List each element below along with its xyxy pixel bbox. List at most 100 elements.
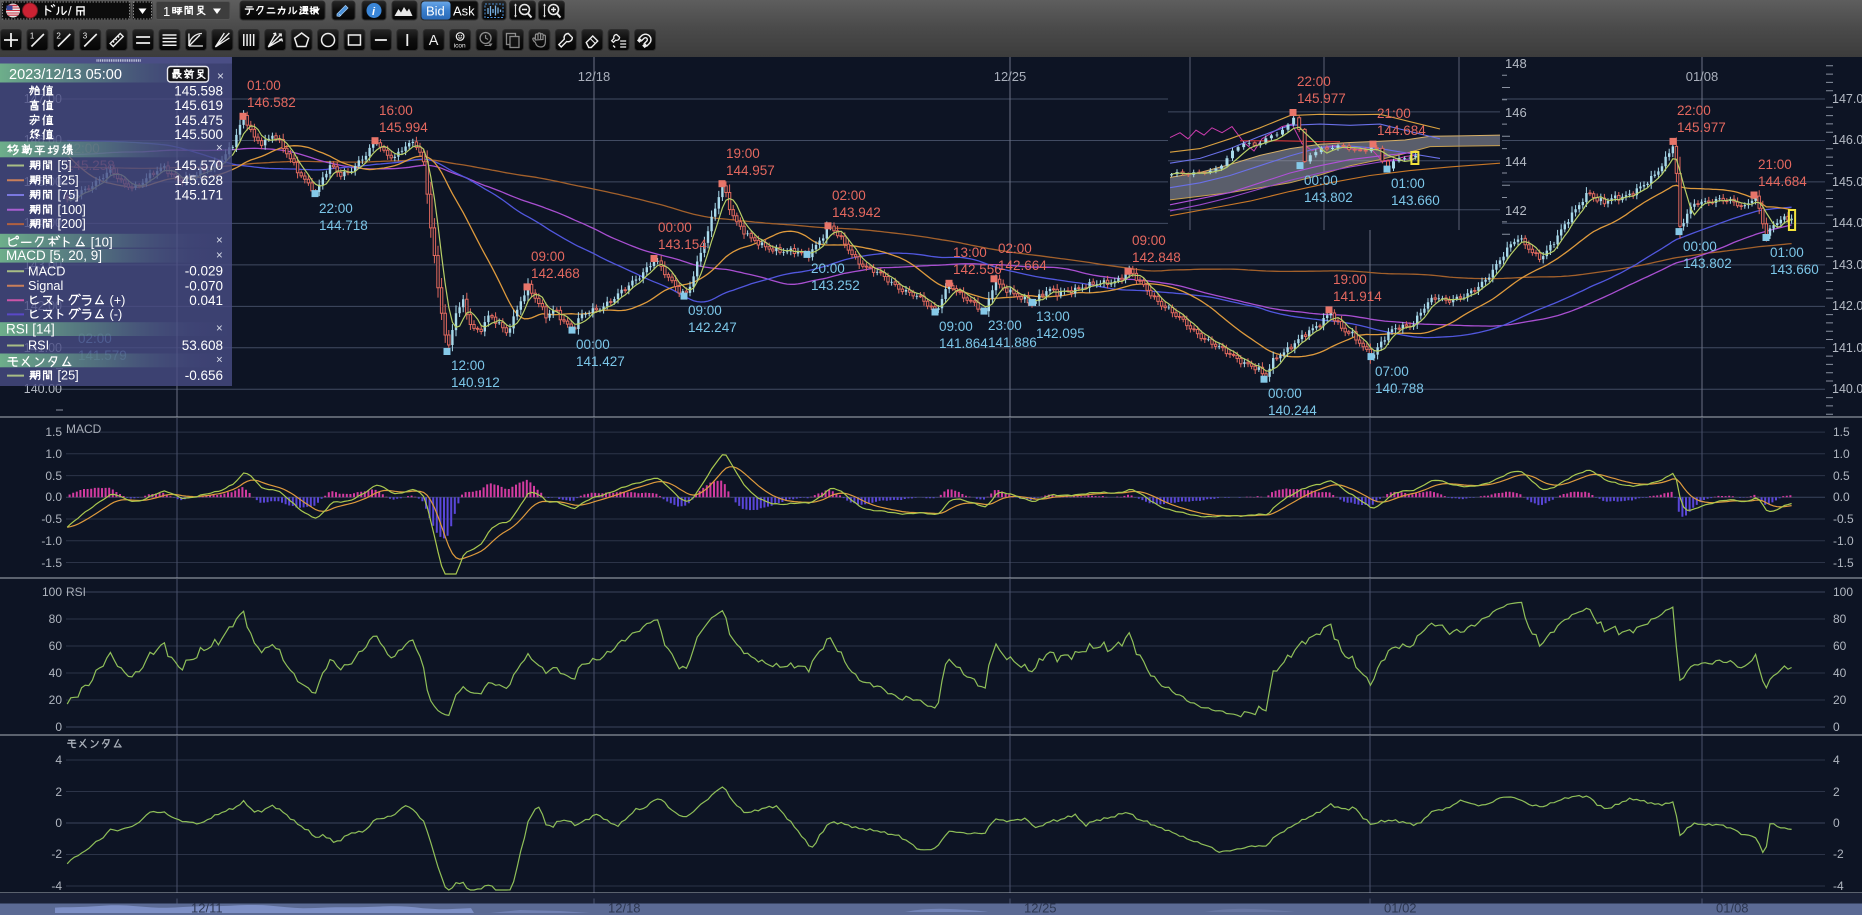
svg-text:RSI [14]: RSI [14] (6, 322, 55, 337)
svg-text:12/18: 12/18 (608, 901, 641, 915)
svg-text:01:00: 01:00 (247, 78, 281, 93)
svg-text:0.041: 0.041 (189, 293, 223, 308)
svg-text:0: 0 (1833, 816, 1840, 830)
svg-text:×: × (216, 323, 223, 335)
svg-text:144.957: 144.957 (726, 163, 775, 178)
svg-text:-2: -2 (1833, 847, 1844, 861)
svg-text:12:00: 12:00 (451, 358, 485, 373)
svg-text:4: 4 (1833, 753, 1840, 767)
svg-text:×: × (216, 250, 223, 262)
svg-text:[75]: [75] (54, 188, 79, 202)
svg-text:-0.5: -0.5 (41, 512, 62, 526)
svg-text:145.500: 145.500 (174, 127, 223, 142)
svg-text:143.942: 143.942 (832, 205, 881, 220)
svg-text:MACD: MACD (66, 422, 102, 436)
svg-text:21:00: 21:00 (1758, 157, 1792, 172)
svg-text:143.00: 143.00 (1832, 258, 1862, 272)
svg-text:0.0: 0.0 (45, 490, 62, 504)
svg-text:40: 40 (49, 666, 63, 680)
svg-text:-1.0: -1.0 (41, 534, 62, 548)
svg-text:143.802: 143.802 (1304, 190, 1353, 205)
svg-text:2023/12/13 05:00: 2023/12/13 05:00 (9, 67, 122, 83)
svg-text:×: × (216, 355, 223, 367)
svg-text:Bid: Bid (426, 4, 445, 19)
svg-text:141.914: 141.914 (1333, 289, 1382, 304)
svg-text:144: 144 (1505, 154, 1527, 169)
svg-text:21:00: 21:00 (1377, 106, 1411, 121)
svg-text:01/08: 01/08 (1716, 901, 1749, 915)
svg-text:01:00: 01:00 (1391, 176, 1425, 191)
svg-text:140.244: 140.244 (1268, 403, 1317, 418)
svg-text:-2: -2 (51, 847, 62, 861)
svg-text:2: 2 (1833, 785, 1840, 799)
svg-text:142.556: 142.556 (953, 262, 1002, 277)
svg-text:[5]: [5] (54, 159, 72, 173)
svg-text:145.570: 145.570 (174, 158, 223, 173)
svg-text:RSI: RSI (28, 339, 49, 353)
svg-text:145.977: 145.977 (1297, 91, 1346, 106)
svg-text:80: 80 (49, 612, 63, 626)
svg-text:07:00: 07:00 (1375, 364, 1409, 379)
svg-text:A: A (429, 33, 439, 49)
svg-text:0: 0 (55, 816, 62, 830)
svg-text:1.5: 1.5 (45, 425, 62, 439)
svg-text:Signal: Signal (28, 279, 63, 293)
svg-text:(-): (-) (106, 308, 122, 322)
svg-text:[100]: [100] (54, 203, 86, 217)
svg-text:140.00: 140.00 (1832, 382, 1862, 396)
svg-text:09:00: 09:00 (688, 303, 722, 318)
svg-text:09:00: 09:00 (531, 249, 565, 264)
svg-text:143.660: 143.660 (1391, 193, 1440, 208)
svg-text:146: 146 (1505, 105, 1527, 120)
svg-text:22:00: 22:00 (1297, 74, 1331, 89)
svg-text:1: 1 (30, 32, 35, 41)
svg-text:0.5: 0.5 (1833, 469, 1850, 483)
svg-text:×: × (216, 235, 223, 247)
svg-text:13:00: 13:00 (1036, 309, 1070, 324)
svg-text:-0.070: -0.070 (185, 278, 223, 293)
svg-text:09:00: 09:00 (1132, 233, 1166, 248)
svg-text:[25]: [25] (54, 369, 79, 383)
svg-text:00:00: 00:00 (658, 220, 692, 235)
svg-text:145.171: 145.171 (174, 188, 223, 203)
svg-text:00:00: 00:00 (1304, 173, 1338, 188)
svg-text:22:00: 22:00 (319, 201, 353, 216)
svg-text:02:00: 02:00 (832, 188, 866, 203)
svg-text:100: 100 (42, 585, 62, 599)
svg-text:1.0: 1.0 (45, 447, 62, 461)
svg-text:/: / (68, 4, 72, 19)
svg-text:142.848: 142.848 (1132, 250, 1181, 265)
svg-text:23:00: 23:00 (988, 318, 1022, 333)
svg-text:2: 2 (56, 32, 61, 41)
svg-text:1: 1 (163, 4, 170, 19)
svg-text:148: 148 (1505, 56, 1527, 71)
svg-text:100: 100 (1833, 585, 1853, 599)
svg-text:144.684: 144.684 (1758, 174, 1807, 189)
svg-text:0.5: 0.5 (45, 469, 62, 483)
svg-text:60: 60 (1833, 639, 1847, 653)
svg-text:4: 4 (55, 753, 62, 767)
svg-text:icon: icon (454, 43, 466, 50)
svg-text:141.00: 141.00 (1832, 341, 1862, 355)
svg-text:-4: -4 (1833, 879, 1844, 893)
svg-text:[25]: [25] (54, 173, 79, 187)
svg-text:2: 2 (55, 785, 62, 799)
svg-text:144.684: 144.684 (1377, 123, 1426, 138)
svg-text:53.608: 53.608 (182, 338, 223, 353)
svg-text:Ask: Ask (453, 4, 475, 19)
svg-text:145.994: 145.994 (379, 120, 428, 135)
svg-text:0.0: 0.0 (1833, 490, 1850, 504)
svg-text:1.5: 1.5 (1833, 425, 1850, 439)
svg-text:147.00: 147.00 (1832, 92, 1862, 106)
svg-text:-0.029: -0.029 (185, 264, 223, 279)
svg-text:143.154: 143.154 (658, 237, 707, 252)
svg-text:19:00: 19:00 (1333, 272, 1367, 287)
svg-text:-1.5: -1.5 (41, 556, 62, 570)
svg-text:144.00: 144.00 (1832, 216, 1862, 230)
svg-text:141.886: 141.886 (988, 335, 1037, 350)
svg-text:140.788: 140.788 (1375, 381, 1424, 396)
svg-text:142.00: 142.00 (1832, 299, 1862, 313)
svg-text:12/25: 12/25 (994, 69, 1027, 84)
svg-text:80: 80 (1833, 612, 1847, 626)
svg-text:-1.5: -1.5 (1833, 556, 1854, 570)
